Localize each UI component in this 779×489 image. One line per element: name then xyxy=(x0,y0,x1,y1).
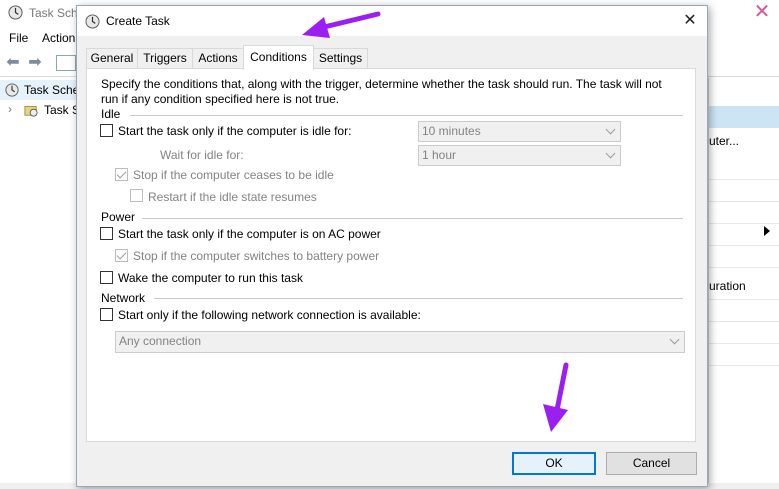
conditions-panel: Specify the conditions that, along with … xyxy=(86,68,696,442)
actions-item-label: uter... xyxy=(709,134,740,148)
annotation-arrow-icon xyxy=(543,362,569,432)
divider xyxy=(709,343,779,344)
divider xyxy=(709,201,779,202)
idle-start-label: Start the task only if the computer is i… xyxy=(118,124,352,138)
chevron-down-icon xyxy=(605,148,616,159)
divider xyxy=(709,267,779,268)
wake-computer-label: Wake the computer to run this task xyxy=(118,271,303,285)
actions-item-label: uration xyxy=(709,279,746,293)
close-icon[interactable]: ✕ xyxy=(673,8,707,34)
chevron-right-icon[interactable]: › xyxy=(8,102,12,116)
network-connection-select[interactable]: Any connection xyxy=(115,331,685,353)
chevron-down-icon xyxy=(605,124,616,135)
folder-clock-icon xyxy=(24,106,38,117)
dialog-title: Create Task xyxy=(106,14,170,28)
tree-item-label: Task Sche xyxy=(24,83,80,97)
clock-icon xyxy=(85,14,100,29)
wait-duration-value: 1 hour xyxy=(422,148,457,162)
tab-triggers[interactable]: Triggers xyxy=(137,48,193,69)
idle-duration-value: 10 minutes xyxy=(422,124,481,138)
tab-general[interactable]: General xyxy=(86,48,138,69)
cancel-button[interactable]: Cancel xyxy=(606,452,697,475)
close-icon[interactable]: ✕ xyxy=(745,1,779,25)
divider xyxy=(130,115,683,116)
tab-settings[interactable]: Settings xyxy=(313,48,368,69)
tree-item-label: Task S xyxy=(44,103,81,117)
actions-item[interactable]: uration xyxy=(709,279,779,301)
restart-if-idle-label: Restart if the idle state resumes xyxy=(148,190,317,204)
network-group-label: Network xyxy=(101,291,146,305)
menu-action[interactable]: Action xyxy=(42,31,75,45)
actions-item[interactable]: uter... xyxy=(709,134,779,156)
idle-group-label: Idle xyxy=(101,107,121,121)
description-line-2: run if any condition specified here is n… xyxy=(101,92,340,106)
navigation-tree: Task Sche › Task S xyxy=(0,78,84,489)
create-task-dialog: Create Task ✕ General Triggers Actions C… xyxy=(76,5,708,487)
clock-icon xyxy=(8,5,23,20)
description-line-1: Specify the conditions that, along with … xyxy=(101,77,662,91)
ac-power-label: Start the task only if the computer is o… xyxy=(118,227,381,241)
annotation-arrow-icon xyxy=(302,11,381,38)
stop-if-not-idle-label: Stop if the computer ceases to be idle xyxy=(133,168,334,182)
chevron-down-icon xyxy=(669,334,680,345)
divider xyxy=(709,223,779,224)
tab-conditions[interactable]: Conditions xyxy=(243,45,314,70)
tab-actions[interactable]: Actions xyxy=(192,48,244,69)
divider xyxy=(709,321,779,322)
idle-start-checkbox[interactable] xyxy=(100,124,113,137)
actions-pane: uter... uration xyxy=(708,78,779,489)
tree-item-task-scheduler[interactable]: Task Sche xyxy=(0,80,84,100)
tree-item-task-library[interactable]: › Task S xyxy=(0,100,84,120)
idle-duration-select[interactable]: 10 minutes xyxy=(418,121,621,142)
menu-file[interactable]: File xyxy=(9,31,28,45)
stop-if-not-idle-checkbox[interactable] xyxy=(115,168,128,181)
console-tree-icon[interactable] xyxy=(56,55,76,71)
divider xyxy=(709,179,779,180)
ok-button[interactable]: OK xyxy=(512,452,596,475)
stop-on-battery-checkbox[interactable] xyxy=(115,249,128,262)
submenu-arrow-icon[interactable] xyxy=(764,226,770,236)
actions-pane-header xyxy=(709,106,779,128)
divider xyxy=(709,245,779,246)
divider xyxy=(142,218,683,219)
stop-on-battery-label: Stop if the computer switches to battery… xyxy=(133,249,380,263)
power-group-label: Power xyxy=(101,210,136,224)
network-connection-value: Any connection xyxy=(119,334,202,348)
clock-icon xyxy=(5,83,19,97)
wait-duration-select[interactable]: 1 hour xyxy=(418,145,621,166)
back-arrow-icon[interactable]: ⬅ xyxy=(4,54,22,72)
forward-arrow-icon[interactable]: ➡ xyxy=(26,54,44,72)
dialog-titlebar: Create Task ✕ xyxy=(77,6,707,36)
wake-computer-checkbox[interactable] xyxy=(100,271,113,284)
ac-power-checkbox[interactable] xyxy=(100,227,113,240)
divider xyxy=(709,299,779,300)
restart-if-idle-checkbox[interactable] xyxy=(130,189,143,202)
network-label: Start only if the following network conn… xyxy=(118,308,421,322)
wait-for-idle-label: Wait for idle for: xyxy=(160,148,244,162)
divider xyxy=(709,365,779,366)
network-checkbox[interactable] xyxy=(100,308,113,321)
divider xyxy=(154,298,683,299)
